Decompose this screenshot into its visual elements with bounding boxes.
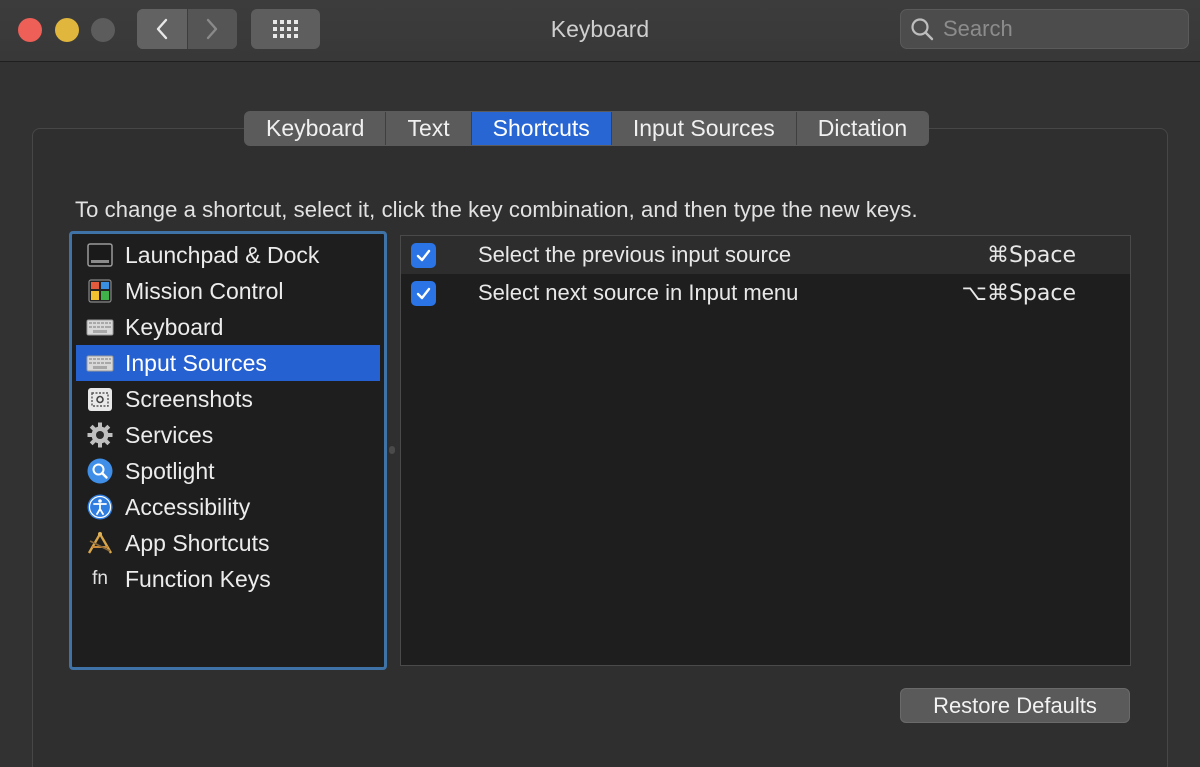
category-spotlight[interactable]: Spotlight — [76, 453, 380, 489]
screenshots-icon — [86, 385, 114, 413]
category-label: Function Keys — [125, 565, 271, 592]
shortcut-label: Select the previous input source — [478, 242, 792, 267]
checkmark-icon — [416, 287, 431, 300]
search-field[interactable] — [900, 9, 1189, 49]
split-view-handle[interactable] — [389, 446, 395, 454]
title-bar: Keyboard — [0, 0, 1200, 62]
restore-defaults-button[interactable]: Restore Defaults — [900, 688, 1130, 723]
tab-shortcuts[interactable]: Shortcuts — [471, 112, 612, 145]
tab-dictation[interactable]: Dictation — [796, 112, 929, 145]
category-label: Mission Control — [125, 277, 284, 304]
mission-control-icon — [86, 277, 114, 305]
category-keyboard[interactable]: Keyboard — [76, 309, 380, 345]
category-label: Spotlight — [125, 457, 215, 484]
category-services[interactable]: Services — [76, 417, 380, 453]
checkmark-icon — [416, 249, 431, 262]
shortcut-enabled-checkbox[interactable] — [411, 281, 436, 306]
shortcut-label: Select next source in Input menu — [478, 280, 799, 305]
shortcut-keys[interactable]: ⌘Space — [987, 243, 1076, 268]
search-icon — [911, 18, 934, 41]
category-input-sources[interactable]: Input Sources — [76, 345, 380, 381]
shortcut-category-list[interactable]: Launchpad & Dock Mission Control Keyboar… — [69, 231, 387, 670]
shortcut-table[interactable]: Select the previous input source ⌘Space … — [400, 235, 1131, 666]
keyboard-icon — [86, 349, 114, 377]
category-label: Keyboard — [125, 313, 224, 340]
tab-text[interactable]: Text — [386, 112, 472, 145]
category-screenshots[interactable]: Screenshots — [76, 381, 380, 417]
gear-icon — [86, 421, 114, 449]
category-launchpad-dock[interactable]: Launchpad & Dock — [76, 237, 380, 273]
category-label: Input Sources — [125, 349, 267, 376]
accessibility-icon — [86, 493, 114, 521]
category-accessibility[interactable]: Accessibility — [76, 489, 380, 525]
spotlight-icon — [86, 457, 114, 485]
fn-icon: fn — [92, 568, 108, 589]
shortcut-enabled-checkbox[interactable] — [411, 243, 436, 268]
preferences-window: Keyboard Keyboard Text Shortcuts Input S… — [0, 0, 1200, 767]
tab-input-sources[interactable]: Input Sources — [611, 112, 797, 145]
shortcut-keys[interactable]: ⌥⌘Space — [962, 281, 1076, 306]
shortcut-row[interactable]: Select next source in Input menu ⌥⌘Space — [401, 274, 1130, 312]
category-label: Launchpad & Dock — [125, 241, 320, 268]
launchpad-dock-icon — [86, 241, 114, 269]
tab-bar: Keyboard Text Shortcuts Input Sources Di… — [244, 111, 930, 146]
category-label: Screenshots — [125, 385, 253, 412]
app-shortcuts-icon — [86, 529, 114, 557]
category-app-shortcuts[interactable]: App Shortcuts — [76, 525, 380, 561]
search-input[interactable] — [943, 16, 1173, 42]
category-label: Accessibility — [125, 493, 251, 520]
category-label: App Shortcuts — [125, 529, 270, 556]
category-function-keys[interactable]: fn Function Keys — [76, 561, 380, 597]
category-label: Services — [125, 421, 214, 448]
instruction-text: To change a shortcut, select it, click t… — [75, 197, 918, 222]
shortcut-row[interactable]: Select the previous input source ⌘Space — [401, 236, 1130, 274]
tab-keyboard[interactable]: Keyboard — [245, 112, 387, 145]
category-mission-control[interactable]: Mission Control — [76, 273, 380, 309]
keyboard-icon — [86, 313, 114, 341]
